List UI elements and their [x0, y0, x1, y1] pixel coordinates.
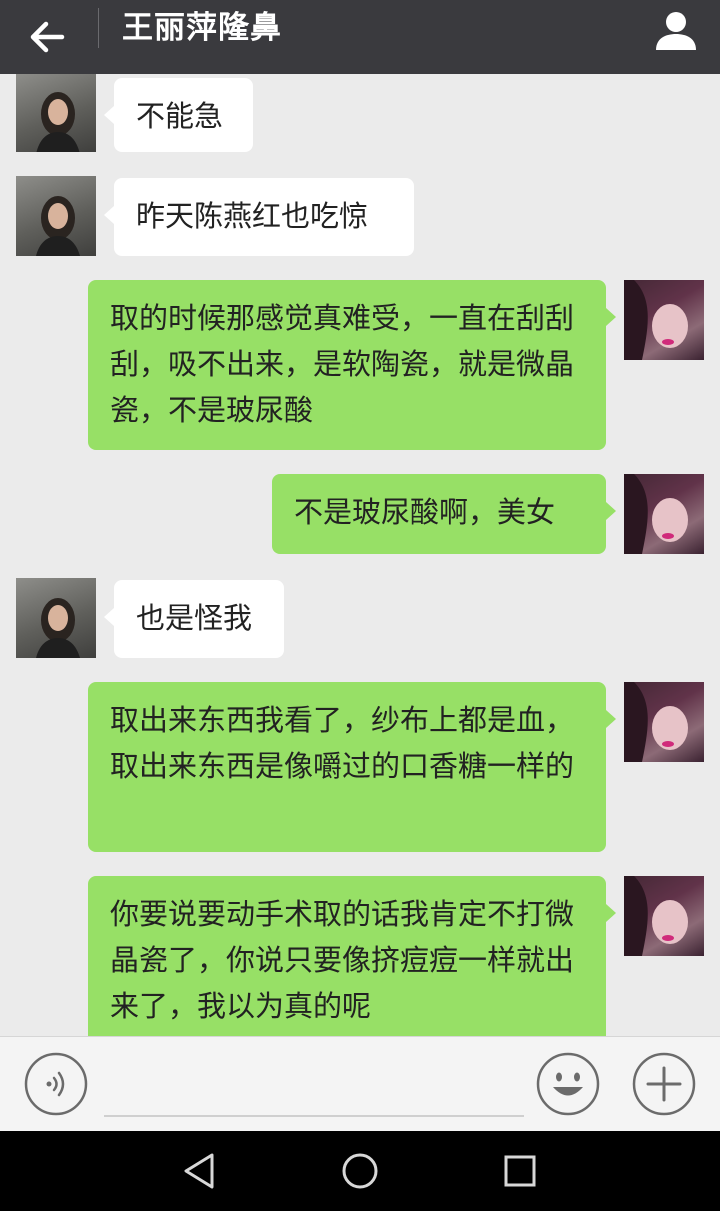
chat-header: 王丽萍隆鼻	[0, 0, 720, 74]
square-recents-icon	[504, 1155, 536, 1187]
back-button[interactable]	[22, 10, 78, 64]
received-message[interactable]: 不能急	[104, 78, 253, 152]
sent-message[interactable]: 取出来东西我看了，纱布上都是血，取出来东西是像嚼过的口香糖一样的	[88, 682, 616, 852]
my-avatar[interactable]	[624, 876, 704, 956]
voice-icon	[24, 1052, 88, 1116]
circle-home-icon	[342, 1153, 378, 1189]
nav-back-button[interactable]	[178, 1149, 222, 1193]
contact-avatar[interactable]	[16, 74, 96, 152]
my-avatar[interactable]	[624, 280, 704, 360]
contact-avatar[interactable]	[16, 176, 96, 256]
nav-recents-button[interactable]	[498, 1149, 542, 1193]
sent-message[interactable]: 你要说要动手术取的话我肯定不打微晶瓷了，你说只要像挤痘痘一样就出来了，我以为真的…	[88, 876, 616, 1036]
sent-message[interactable]: 取的时候那感觉真难受，一直在刮刮刮，吸不出来，是软陶瓷，就是微晶瓷，不是玻尿酸	[88, 280, 616, 450]
person-icon	[656, 12, 696, 50]
received-message[interactable]: 也是怪我	[104, 580, 284, 658]
message-text: 也是怪我	[136, 601, 253, 635]
header-divider	[98, 8, 99, 48]
my-avatar[interactable]	[624, 682, 704, 762]
system-nav-bar	[0, 1131, 720, 1211]
message-text: 你要说要动手术取的话我肯定不打微晶瓷了，你说只要像挤痘痘一样就出来了，我以为真的…	[110, 897, 575, 1023]
my-avatar[interactable]	[624, 474, 704, 554]
input-bar	[0, 1036, 720, 1131]
message-input[interactable]	[104, 1057, 524, 1117]
emoji-icon	[536, 1052, 600, 1116]
nav-home-button[interactable]	[338, 1149, 382, 1193]
arrow-left-icon	[30, 21, 65, 53]
plus-icon	[632, 1052, 696, 1116]
triangle-back-icon	[184, 1153, 214, 1189]
message-text: 昨天陈燕红也吃惊	[136, 199, 369, 233]
contact-avatar[interactable]	[16, 578, 96, 658]
profile-button[interactable]	[652, 6, 700, 54]
message-text: 取出来东西我看了，纱布上都是血，取出来东西是像嚼过的口香糖一样的	[110, 703, 575, 783]
voice-button[interactable]	[24, 1052, 88, 1116]
chat-area[interactable]: 不能急 昨天陈燕红也吃惊 取的时候那感觉真难受，一直在刮刮刮，吸不出来，是软陶瓷…	[0, 74, 720, 1036]
emoji-button[interactable]	[536, 1052, 600, 1116]
sent-message[interactable]: 不是玻尿酸啊，美女	[272, 474, 616, 554]
message-text: 不能急	[136, 99, 224, 133]
more-button[interactable]	[632, 1052, 696, 1116]
message-text: 取的时候那感觉真难受，一直在刮刮刮，吸不出来，是软陶瓷，就是微晶瓷，不是玻尿酸	[110, 301, 575, 427]
received-message[interactable]: 昨天陈燕红也吃惊	[104, 178, 414, 256]
chat-title: 王丽萍隆鼻	[122, 10, 282, 46]
message-text: 不是玻尿酸啊，美女	[294, 495, 556, 529]
